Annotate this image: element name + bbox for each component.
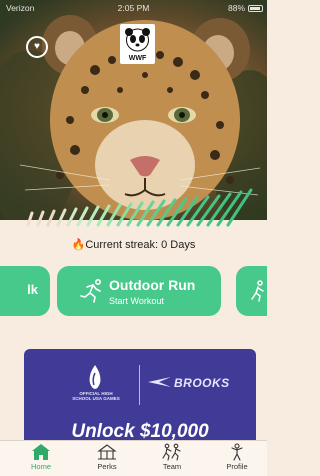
battery-icon	[248, 5, 263, 12]
profile-icon	[231, 443, 243, 461]
heart-icon: ♥	[34, 41, 40, 52]
usa-games-text: OFFICIAL HIGH SCHOOL USA GAMES	[72, 391, 120, 401]
runner-icon	[80, 278, 101, 303]
promo-divider	[139, 365, 140, 405]
tab-team-label: Team	[162, 462, 182, 471]
tab-home[interactable]: Home	[16, 443, 66, 476]
status-bar: Verizon 2:05 PM 88%	[0, 0, 267, 16]
usa-games-logo-icon	[89, 365, 101, 389]
team-icon	[162, 443, 181, 461]
wwf-logo: WWF	[120, 24, 155, 64]
workout-card-previous-label: lk	[27, 282, 38, 297]
perks-icon	[97, 444, 117, 460]
tab-perks[interactable]: Perks	[82, 443, 132, 476]
progress-stripes	[26, 188, 253, 227]
tab-bar: Home Perks Team Profile	[0, 440, 267, 476]
status-time: 2:05 PM	[117, 3, 150, 13]
brooks-logo-text: BROOKS	[174, 376, 230, 390]
tab-perks-label: Perks	[97, 462, 117, 471]
tab-profile-label: Profile	[226, 462, 248, 471]
workout-card-next[interactable]	[236, 266, 267, 316]
panda-icon	[125, 28, 150, 52]
favorite-cause-button[interactable]: ♥	[26, 36, 48, 58]
tab-team[interactable]: Team	[147, 443, 197, 476]
wwf-logo-text: WWF	[128, 55, 147, 62]
brooks-chevron-icon	[148, 377, 171, 387]
streak-label: Current streak: 0 Days	[85, 239, 196, 251]
workout-subtitle: Start Workout	[109, 296, 164, 306]
workout-card-outdoor-run[interactable]: Outdoor Run Start Workout	[57, 266, 221, 316]
workout-title: Outdoor Run	[109, 277, 196, 293]
tab-profile[interactable]: Profile	[212, 443, 262, 476]
flame-icon: 🔥	[71, 239, 86, 251]
workout-card-previous[interactable]: lk	[0, 266, 50, 316]
walker-icon	[251, 280, 264, 302]
battery-percent: 88%	[227, 3, 245, 13]
current-streak: 🔥Current streak: 0 Days	[0, 238, 267, 251]
app-screen: Verizon 2:05 PM 88% ♥ WWF 🔥Current strea…	[0, 0, 267, 476]
tab-home-label: Home	[30, 462, 51, 471]
home-icon	[32, 444, 50, 460]
